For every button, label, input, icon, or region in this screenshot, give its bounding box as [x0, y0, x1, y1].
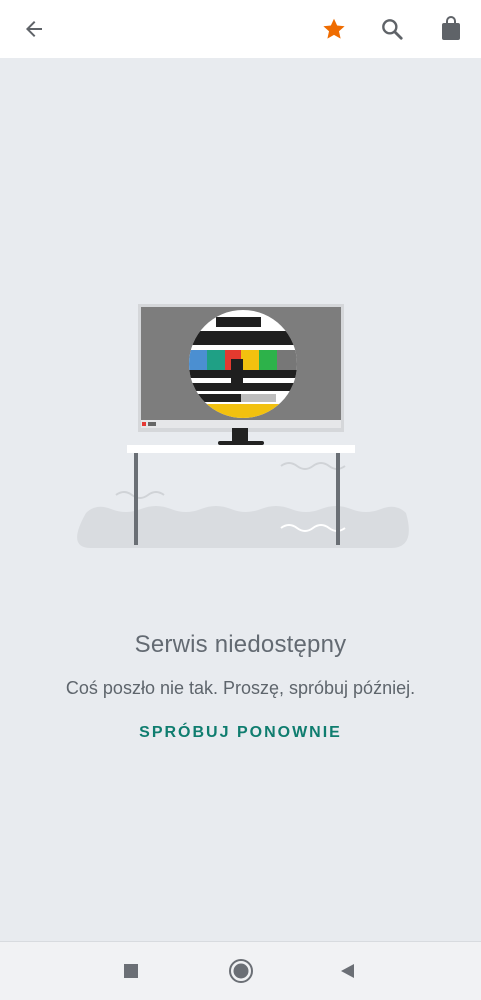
shopping-bag-button[interactable] [430, 8, 472, 50]
app-bar [0, 0, 481, 58]
shopping-bag-icon [442, 16, 460, 40]
square-icon [124, 964, 138, 978]
broken-tv-illustration [77, 304, 409, 548]
retry-container: SPRÓBUJ PONOWNIE [0, 724, 481, 742]
star-icon [323, 18, 345, 39]
back-button[interactable] [13, 8, 55, 50]
search-icon [382, 19, 403, 40]
triangle-back-icon [341, 964, 354, 978]
retry-button[interactable]: SPRÓBUJ PONOWNIE [139, 724, 342, 741]
system-nav-bar [0, 941, 481, 1000]
circle-icon [229, 959, 253, 983]
error-message: Coś poszło nie tak. Proszę, spróbuj późn… [65, 678, 416, 698]
error-title: Serwis niedostępny [134, 631, 347, 658]
favorite-button[interactable] [313, 8, 355, 50]
home-button[interactable] [226, 956, 256, 986]
system-back-button[interactable] [333, 956, 363, 986]
search-button[interactable] [371, 8, 413, 50]
error-screen: Serwis niedostępny Coś poszło nie tak. P… [0, 58, 481, 940]
recent-apps-button[interactable] [116, 956, 146, 986]
arrow-left-icon [26, 21, 42, 37]
